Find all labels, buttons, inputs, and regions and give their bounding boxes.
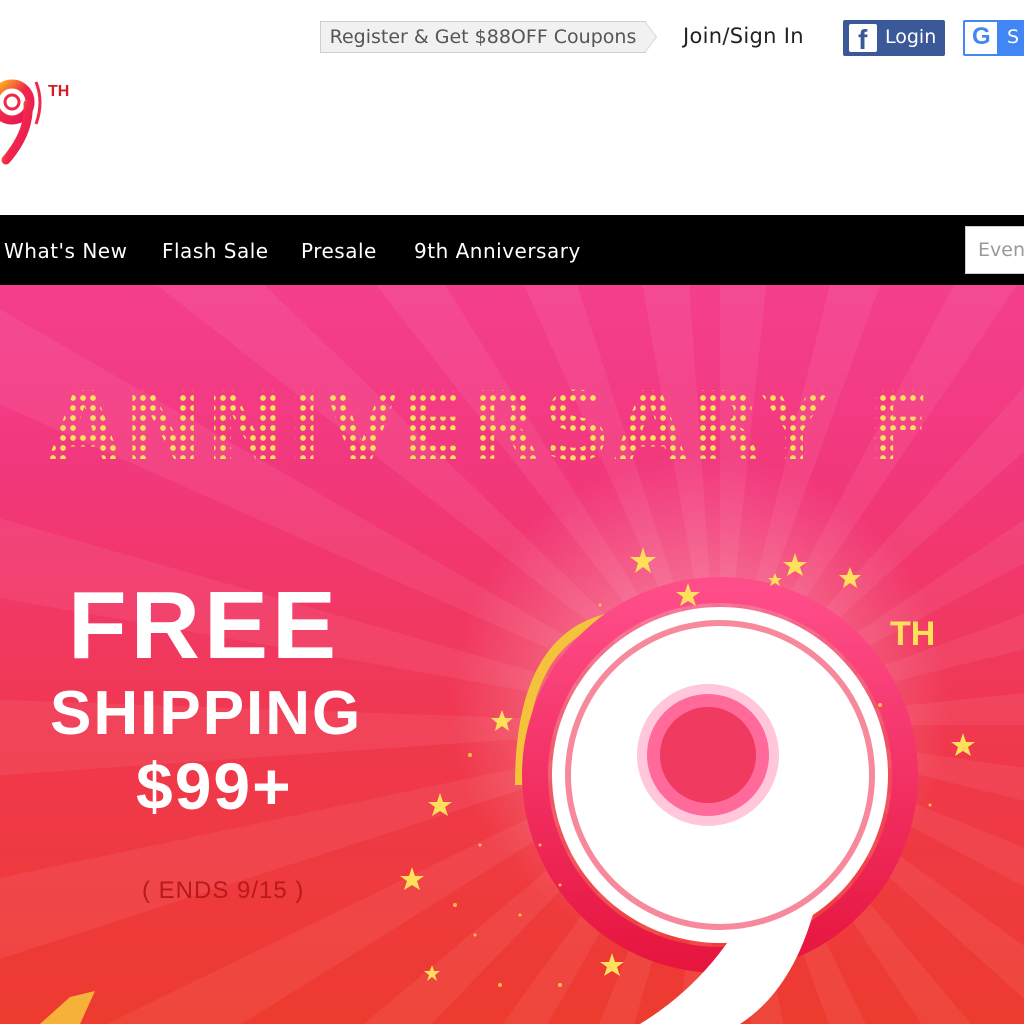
hero-banner[interactable]: ANNIVERSARY F FREE SHIPPING $99+ ( ENDS …	[0, 285, 1024, 1024]
main-navigation: What's New Flash Sale Presale 9th Annive…	[0, 215, 1024, 285]
facebook-login-button[interactable]: f Login	[843, 20, 945, 56]
star-decoration	[600, 953, 624, 976]
search-input[interactable]: Even	[965, 226, 1024, 274]
star-decoration	[428, 793, 452, 816]
join-sign-in-link[interactable]: Join/Sign In	[683, 24, 804, 48]
register-coupon-link[interactable]: Register & Get $88OFF Coupons	[320, 21, 646, 53]
top-bar: Register & Get $88OFF Coupons Join/Sign …	[0, 0, 1024, 72]
site-logo[interactable]: TH	[0, 72, 90, 172]
coupon-arrow-inner	[645, 22, 656, 52]
google-sign-in-label: S	[1007, 26, 1020, 48]
facebook-icon: f	[849, 24, 877, 55]
star-decoration	[951, 733, 975, 756]
google-icon: G	[965, 22, 997, 54]
google-sign-in-button[interactable]: G S	[963, 20, 1024, 56]
star-decoration	[424, 965, 440, 981]
nav-whats-new[interactable]: What's New	[4, 239, 127, 263]
nav-9th-anniversary[interactable]: 9th Anniversary	[414, 239, 581, 263]
svg-text:TH: TH	[48, 83, 69, 100]
big-9th-graphic: TH	[40, 455, 975, 1024]
facebook-login-label: Login	[885, 26, 937, 48]
star-decoration	[400, 867, 424, 890]
nav-presale[interactable]: Presale	[301, 239, 377, 263]
nav-flash-sale[interactable]: Flash Sale	[162, 239, 269, 263]
anniversary-9th-logo-icon: TH	[0, 79, 69, 165]
svg-text:TH: TH	[890, 615, 935, 653]
